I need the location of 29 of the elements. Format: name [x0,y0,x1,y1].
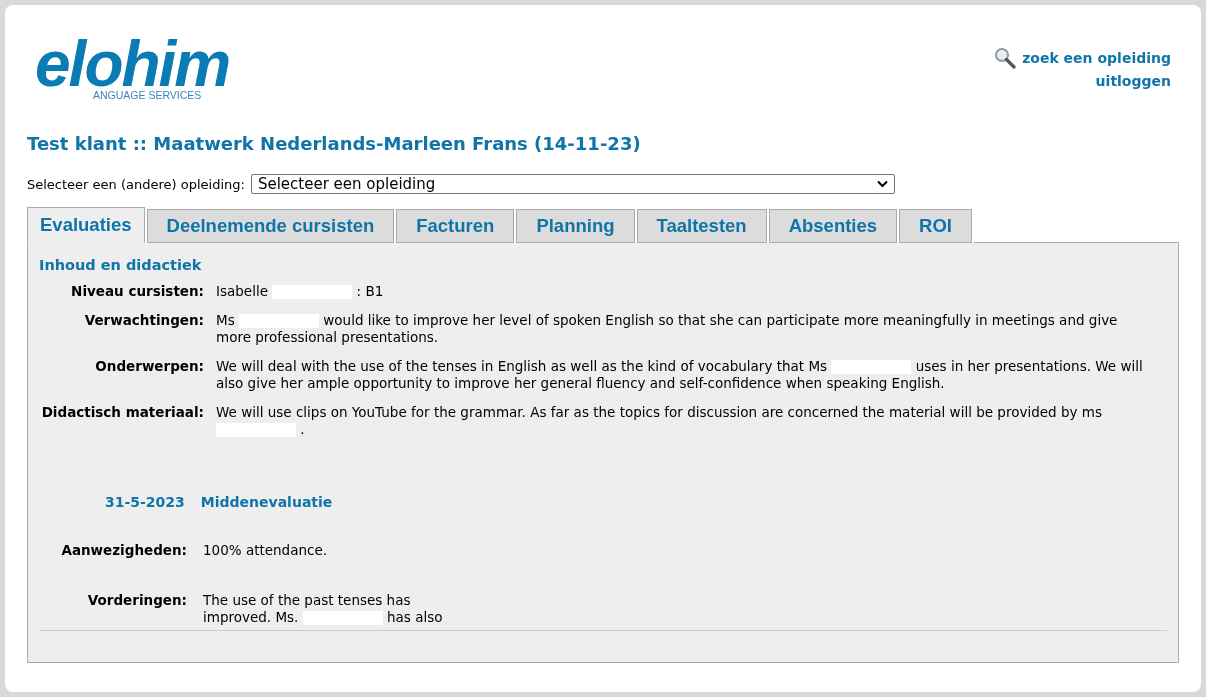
field-label: Didactisch materiaal: [40,404,204,422]
field-value: Isabelle : B1 [216,283,385,300]
field-label: Vorderingen: [86,592,187,610]
header-link[interactable]: zoek een opleiding [1022,50,1171,66]
course-select[interactable]: Selecteer een opleiding [250,174,895,194]
field-value: We will use clips on YouTube for the grammar. As far as the topics for discussion are concerned the material will be provided by ms . [216,404,1103,438]
tab[interactable]: Deelnemende cursisten [146,209,395,243]
header-link[interactable]: uitloggen [1095,73,1171,89]
field-value: 100% attendance. [203,542,329,559]
select-label: Selecteer een (andere) opleiding: [27,176,245,192]
evaluation-date: 31-5-2023 [105,494,185,510]
field-value: The use of the past tenses has improved. Ms. has also [203,592,444,626]
tab[interactable]: Evaluaties [27,207,145,243]
tab[interactable]: ROI [899,209,972,243]
field-label: Verwachtingen: [83,312,204,330]
field-label: Onderwerpen: [94,358,204,376]
evaluation-title: Middenevaluatie [200,494,333,510]
search-icon[interactable] [994,47,1017,69]
field-label: Niveau cursisten: [70,283,204,300]
page-title: Test klant :: Maatwerk Nederlands-Marleen Frans (14-11-23) [27,133,642,154]
caret-icon [876,180,888,188]
field-label: Aanwezigheden: [60,542,187,559]
tab[interactable]: Taaltesten [636,209,767,243]
tab[interactable]: Absenties [768,209,898,243]
field-value: We will deal with the use of the tenses in English as well as the kind of vocabulary that Ms uses in her presentations. We will also give her ample opportunity to improve her general fluency and self-confidence when speaking English. [216,358,1144,392]
section-title: Inhoud en didactiek [39,257,203,273]
tab[interactable]: Facturen [396,209,515,243]
tab[interactable]: Planning [516,209,635,243]
field-value: Ms would like to improve her level of spoken English so that she can participate more meaningfully in meetings and give more professional presentations. [216,312,1119,346]
